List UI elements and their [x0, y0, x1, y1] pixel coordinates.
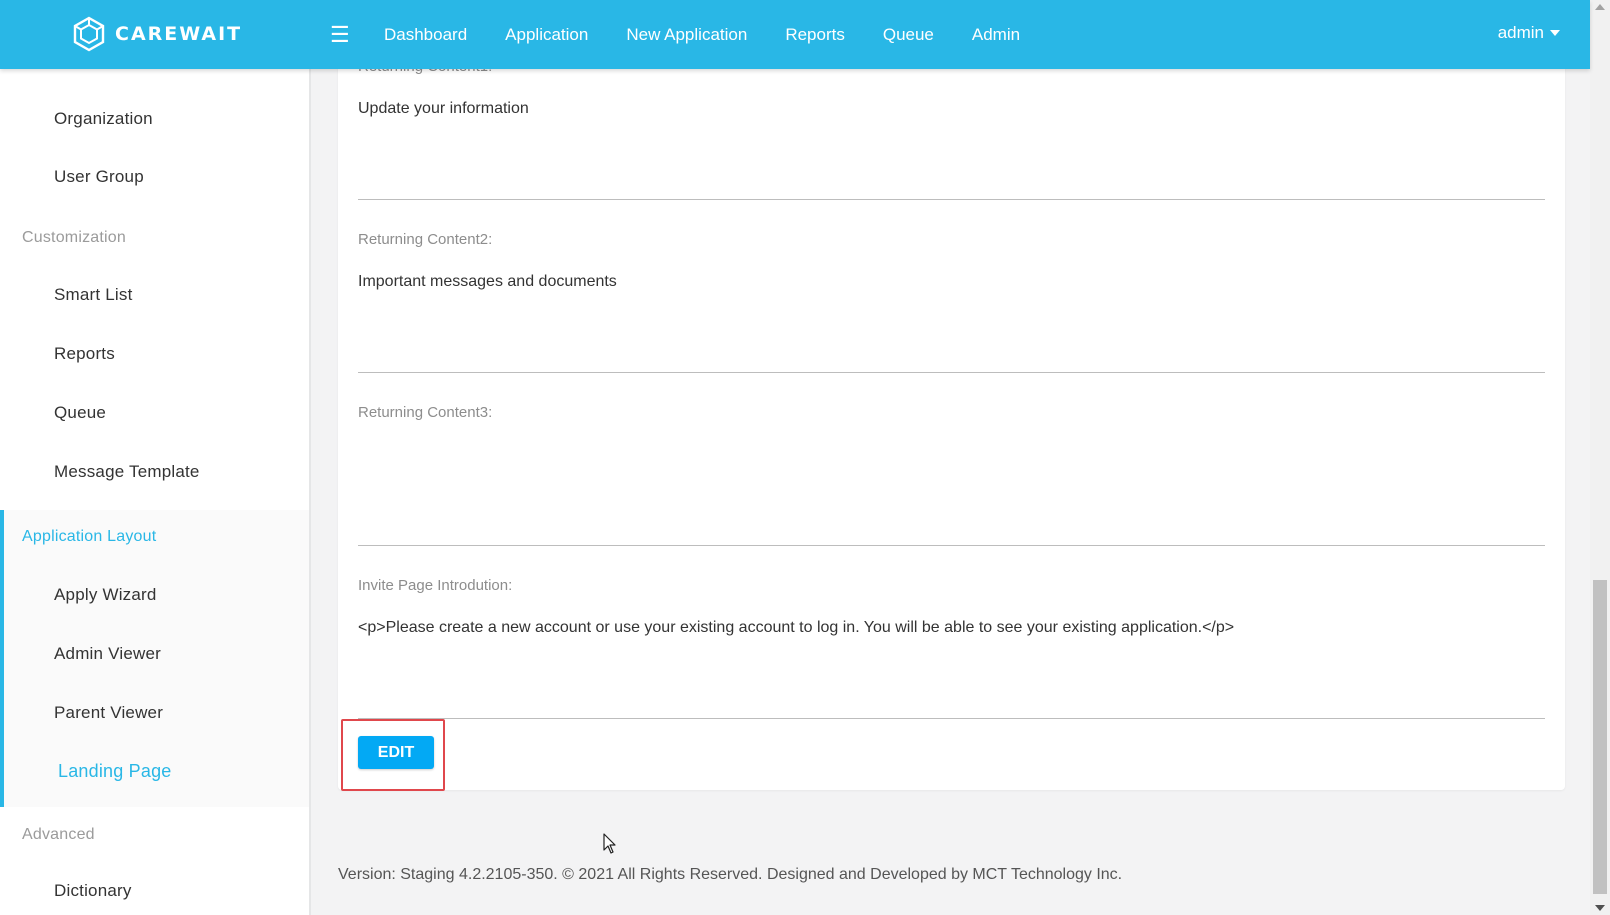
edit-button[interactable]: EDIT — [358, 736, 434, 769]
field-value-invite-page-introduction: <p>Please create a new account or use yo… — [358, 619, 1235, 636]
sidebar-item-organization[interactable]: Organization — [54, 109, 153, 129]
sidebar-item-dictionary[interactable]: Dictionary — [54, 881, 132, 901]
hamburger-icon[interactable]: ☰ — [330, 22, 350, 48]
landing-page-panel: Returning Content1: Update your informat… — [338, 58, 1565, 790]
sidebar-section-application-layout[interactable]: Application Layout — [22, 528, 156, 546]
top-navbar: CAREWAIT ☰ Dashboard Application New App… — [0, 0, 1590, 69]
field-label-returning-content2: Returning Content2: — [358, 231, 493, 248]
nav-reports[interactable]: Reports — [785, 25, 845, 45]
sidebar-section-advanced[interactable]: Advanced — [22, 826, 95, 844]
caret-down-icon — [1550, 30, 1560, 36]
scroll-down-arrow-icon[interactable] — [1595, 905, 1605, 911]
nav-admin[interactable]: Admin — [972, 25, 1020, 45]
field-divider — [358, 718, 1545, 719]
cube-logo-icon — [73, 16, 105, 52]
sidebar-item-queue[interactable]: Queue — [54, 403, 106, 423]
field-label-returning-content3: Returning Content3: — [358, 404, 493, 421]
field-value-returning-content1: Update your information — [358, 100, 529, 117]
sidebar: Organization User Group Customization Sm… — [0, 69, 311, 915]
brand-name: CAREWAIT — [115, 23, 243, 45]
field-divider — [358, 199, 1545, 200]
field-value-returning-content2: Important messages and documents — [358, 273, 617, 290]
field-divider — [358, 545, 1545, 546]
mouse-cursor-icon — [603, 833, 616, 854]
sidebar-item-reports[interactable]: Reports — [54, 344, 115, 364]
sidebar-item-landing-page[interactable]: Landing Page — [58, 761, 172, 782]
scroll-thumb[interactable] — [1593, 580, 1607, 894]
main-nav: Dashboard Application New Application Re… — [384, 0, 1058, 69]
sidebar-item-apply-wizard[interactable]: Apply Wizard — [54, 585, 157, 605]
footer-text: Version: Staging 4.2.2105-350. © 2021 Al… — [338, 866, 1123, 883]
sidebar-item-user-group[interactable]: User Group — [54, 167, 144, 187]
sidebar-group-application-layout: Application Layout Apply Wizard Admin Vi… — [0, 510, 309, 807]
user-name: admin — [1497, 23, 1544, 42]
nav-dashboard[interactable]: Dashboard — [384, 25, 467, 45]
sidebar-item-admin-viewer[interactable]: Admin Viewer — [54, 644, 161, 664]
sidebar-section-customization[interactable]: Customization — [22, 229, 126, 247]
field-label-invite-page-introduction: Invite Page Introdution: — [358, 577, 513, 594]
page-scrollbar[interactable] — [1590, 0, 1610, 915]
field-divider — [358, 372, 1545, 373]
scroll-up-arrow-icon[interactable] — [1595, 4, 1605, 10]
user-menu[interactable]: admin — [1498, 23, 1560, 43]
nav-application[interactable]: Application — [505, 25, 588, 45]
carewait-logo[interactable]: CAREWAIT — [71, 16, 242, 52]
sidebar-item-parent-viewer[interactable]: Parent Viewer — [54, 703, 163, 723]
nav-new-application[interactable]: New Application — [626, 25, 747, 45]
sidebar-item-smart-list[interactable]: Smart List — [54, 285, 133, 305]
sidebar-item-message-template[interactable]: Message Template — [54, 462, 200, 482]
nav-queue[interactable]: Queue — [883, 25, 934, 45]
